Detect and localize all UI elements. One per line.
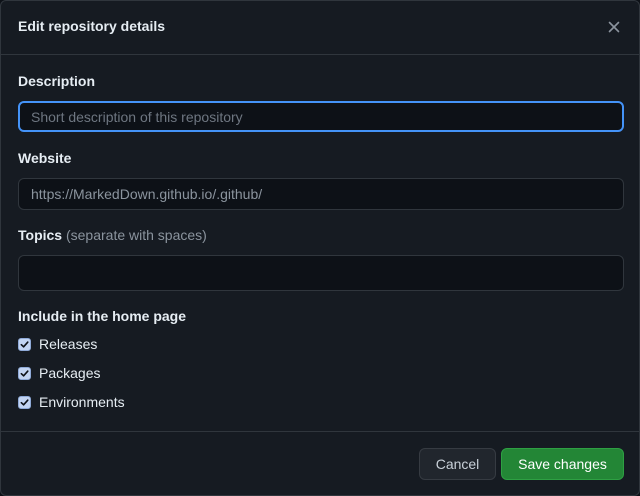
environments-checkbox[interactable] — [18, 395, 31, 409]
dialog-title: Edit repository details — [18, 18, 166, 34]
releases-label: Releases — [39, 336, 98, 352]
checkmark-icon — [20, 340, 29, 348]
packages-checkbox[interactable] — [18, 366, 31, 380]
topics-hint: (separate with spaces) — [65, 227, 207, 243]
home-page-label: Include in the home page — [18, 308, 187, 324]
checkmark-icon — [20, 369, 29, 377]
dialog-body: Description Website Topics (separate wit… — [1, 56, 639, 431]
topics-label-text: Topics — [18, 227, 63, 243]
environments-label: Environments — [39, 394, 125, 410]
packages-label: Packages — [39, 365, 101, 381]
close-icon — [608, 21, 620, 33]
releases-checkbox[interactable] — [18, 337, 31, 351]
environments-option[interactable]: Environments — [18, 393, 125, 411]
description-label: Description — [18, 73, 96, 89]
topics-input[interactable] — [18, 255, 624, 291]
cancel-button[interactable]: Cancel — [419, 448, 496, 480]
dialog-footer: Cancel Save changes — [1, 431, 639, 495]
close-button[interactable] — [603, 16, 625, 38]
edit-repository-dialog: Edit repository details Description Webs… — [0, 0, 640, 496]
save-changes-button[interactable]: Save changes — [501, 448, 624, 480]
description-input[interactable] — [18, 101, 624, 132]
dialog-header: Edit repository details — [1, 1, 639, 55]
checkmark-icon — [20, 398, 29, 406]
website-input[interactable] — [18, 178, 624, 210]
website-label: Website — [18, 150, 72, 166]
topics-label: Topics (separate with spaces) — [18, 227, 207, 243]
packages-option[interactable]: Packages — [18, 364, 100, 382]
releases-option[interactable]: Releases — [18, 335, 97, 353]
